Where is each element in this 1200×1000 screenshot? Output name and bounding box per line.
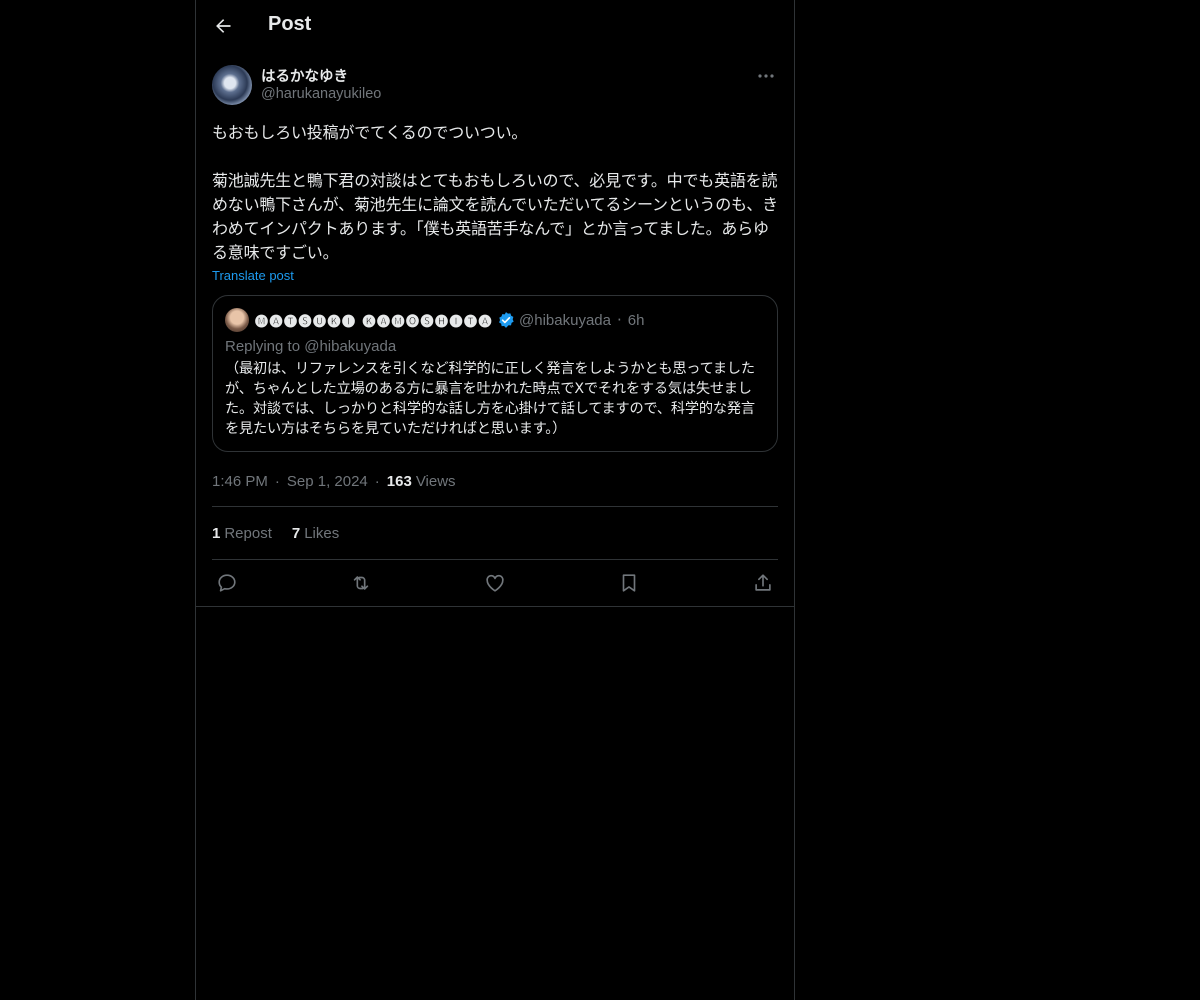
separator-dot: · [274, 472, 280, 490]
separator-dot: · [374, 472, 380, 490]
engagement-stats: 1 Repost 7 Likes [212, 507, 778, 559]
author-name[interactable]: はるかなゆき [261, 65, 348, 86]
reposts-stat[interactable]: 1 Repost [212, 525, 272, 542]
likes-count: 7 [291, 524, 301, 542]
reply-button[interactable] [216, 572, 238, 594]
replying-to: Replying to @hibakuyada [225, 338, 765, 355]
reposts-label: Repost [224, 524, 272, 542]
bottom-divider [196, 606, 794, 607]
verified-badge-icon [499, 312, 514, 328]
page-title: Post [268, 13, 312, 35]
back-button[interactable] [206, 9, 240, 43]
reply-icon [218, 574, 236, 592]
quoted-post-header: 🅜🅐🅣🅢🅤🅚🅘 🅚🅐🅜🅞🅢🅗🅘🅣🅐 @hibakuyada · 6h [225, 308, 765, 332]
quoted-author-handle: @hibakuyada [519, 311, 611, 329]
repost-button[interactable] [350, 572, 372, 594]
like-button[interactable] [484, 572, 506, 594]
author-row: はるかなゆき @harukanayukileo [212, 64, 778, 108]
main-column: Post はるかなゆき @harukanayukileo もおもしろい投稿がでて… [195, 0, 795, 1000]
top-bar: Post [196, 0, 794, 54]
post: はるかなゆき @harukanayukileo もおもしろい投稿がでてくるのでつ… [212, 64, 778, 607]
post-meta: 1:46 PM · Sep 1, 2024 · 163 Views [212, 470, 778, 492]
separator-dot: · [617, 311, 622, 329]
views-label: Views [415, 472, 456, 490]
repost-icon [353, 576, 369, 590]
likes-label: Likes [304, 524, 340, 542]
share-button[interactable] [752, 572, 774, 594]
post-time[interactable]: 1:46 PM [212, 473, 268, 490]
post-date[interactable]: Sep 1, 2024 [287, 473, 368, 490]
quoted-post[interactable]: 🅜🅐🅣🅢🅤🅚🅘 🅚🅐🅜🅞🅢🅗🅘🅣🅐 @hibakuyada · 6h Reply… [212, 295, 778, 452]
quoted-text: （最初は、リファレンスを引くなど科学的に正しく発言をしようかとも思ってましたが、… [225, 361, 755, 437]
author-handle[interactable]: @harukanayukileo [261, 86, 381, 102]
bookmark-icon [622, 574, 636, 592]
quoted-time: 6h [627, 311, 645, 329]
reposts-count: 1 [212, 524, 221, 542]
like-icon [486, 574, 504, 592]
more-icon [758, 74, 774, 78]
quoted-avatar [225, 308, 249, 332]
views-count: 163 [386, 472, 412, 490]
avatar[interactable] [212, 65, 252, 105]
more-options-button[interactable] [754, 66, 778, 86]
post-text: もおもしろい投稿がでてくるのでついつい。 菊池誠先生と鴨下君の対談はとてもおもし… [212, 123, 778, 262]
translate-post-link[interactable]: Translate post [212, 268, 294, 283]
bookmark-button[interactable] [618, 572, 640, 594]
likes-stat[interactable]: 7 Likes [292, 525, 339, 542]
replying-handle[interactable]: @hibakuyada [304, 338, 396, 355]
share-icon [755, 574, 771, 591]
action-bar [212, 560, 778, 607]
quoted-author-name: 🅜🅐🅣🅢🅤🅚🅘 🅚🅐🅜🅞🅢🅗🅘🅣🅐 [255, 314, 494, 330]
arrow-left-icon [216, 19, 231, 33]
replying-prefix: Replying to [225, 338, 301, 355]
